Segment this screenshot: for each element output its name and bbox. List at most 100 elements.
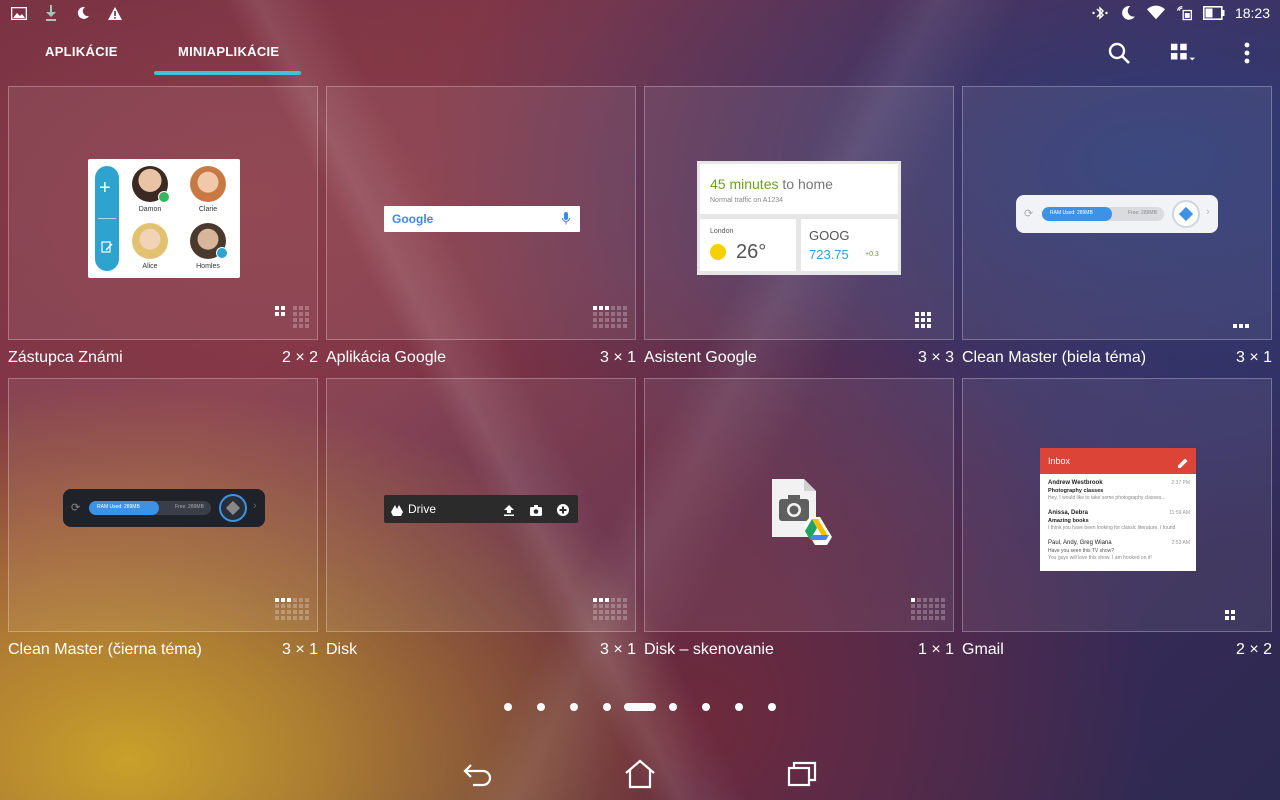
camera-icon: [530, 503, 542, 521]
bluetooth-icon: [1091, 4, 1109, 22]
widget-google-app[interactable]: Google Aplikácia Google 3 × 1: [326, 86, 636, 378]
page-dot[interactable]: [702, 703, 710, 711]
widget-size: 2 × 2: [1235, 641, 1272, 658]
stock-change: +0.3: [865, 251, 879, 258]
widget-label: Disk: [326, 641, 358, 658]
widget-preview-box[interactable]: Inbox Andrew Westbrook 2:37 PM Photograp…: [962, 378, 1272, 632]
grid-view-icon[interactable]: [1170, 40, 1196, 66]
google-search-preview: Google: [384, 206, 580, 232]
contacts-side-bar: +: [95, 166, 119, 271]
clean-broom-icon: [219, 494, 247, 522]
widget-preview-box[interactable]: Google: [326, 86, 636, 340]
page-dot-active[interactable]: [624, 703, 656, 711]
compose-icon: [1178, 455, 1188, 473]
back-button[interactable]: [458, 758, 498, 794]
widget-size: 3 × 3: [917, 349, 954, 366]
clean-master-white-preview: ⟳ RAM Used: 289MB Free: 289MB ›: [1016, 195, 1218, 233]
page-dot[interactable]: [669, 703, 677, 711]
widget-size: 3 × 1: [1235, 349, 1272, 366]
widget-preview-box[interactable]: [644, 378, 954, 632]
gmail-preview: Inbox Andrew Westbrook 2:37 PM Photograp…: [1040, 448, 1196, 571]
widget-size: 3 × 1: [599, 641, 636, 658]
weather-city: London: [710, 228, 734, 235]
search-icon[interactable]: [1106, 40, 1132, 66]
more-options-icon[interactable]: [1234, 40, 1260, 66]
widget-clean-master-white[interactable]: ⟳ RAM Used: 289MB Free: 289MB › Clean Ma…: [962, 86, 1272, 378]
back-icon: [463, 761, 493, 792]
widget-preview-box[interactable]: ⟳ RAM Used: 289MB Free: 289MB ›: [8, 378, 318, 632]
recents-icon: [787, 761, 817, 792]
page-dot[interactable]: [537, 703, 545, 711]
email-sender: Andrew Westbrook: [1048, 480, 1103, 486]
stock-ticker: GOOG: [809, 228, 850, 243]
widget-size: 3 × 1: [599, 349, 636, 366]
widget-google-assistant[interactable]: 45 minutes to home Normal traffic on A12…: [644, 86, 954, 378]
phone-badge-icon: [158, 191, 170, 203]
email-time: 2:37 PM: [1171, 480, 1190, 486]
size-3x1-icon: [593, 306, 629, 333]
ram-bar: RAM Used: 289MB Free: 289MB: [89, 501, 211, 515]
inbox-label: Inbox: [1048, 456, 1071, 466]
add-circle-icon: [557, 503, 569, 521]
widget-gmail[interactable]: Inbox Andrew Westbrook 2:37 PM Photograp…: [962, 378, 1272, 670]
avatar: [190, 166, 226, 202]
contact-name: Damon: [138, 206, 162, 213]
page-dot[interactable]: [603, 703, 611, 711]
widget-drive-scan[interactable]: Disk – skenovanie 1 × 1: [644, 378, 954, 670]
navigation-bar: [0, 748, 1280, 800]
size-1x1-icon: [911, 598, 947, 625]
chevron-right-icon: ›: [253, 500, 257, 512]
tab-widgets[interactable]: MINIAPLIKÁCIE: [178, 44, 279, 59]
email-snippet: You guys will love this show. I am hooke…: [1048, 555, 1152, 561]
traffic-text: Normal traffic on A1234: [710, 197, 784, 204]
widget-drive[interactable]: Drive Disk 3 × 1: [326, 378, 636, 670]
page-indicator: [0, 698, 1280, 718]
signal-icon: [1175, 4, 1193, 22]
contact-name: Alice: [142, 263, 158, 270]
clock: 18:23: [1234, 5, 1270, 21]
moon-icon: [1119, 4, 1137, 22]
drive-bar-preview: Drive: [384, 495, 578, 523]
email-sender: Anissa, Debra: [1048, 510, 1089, 516]
widget-contacts-shortcut[interactable]: + Damon Clarie Alice Homles Zástupca Zná…: [8, 86, 318, 378]
add-contact-icon: +: [99, 177, 111, 199]
email-time: 11:59 AM: [1169, 510, 1190, 516]
moon-icon: [74, 4, 92, 22]
recents-button[interactable]: [782, 758, 822, 794]
gmail-header: Inbox: [1040, 448, 1196, 474]
free-label: Free: 289MB: [175, 504, 204, 510]
widget-preview-box[interactable]: ⟳ RAM Used: 289MB Free: 289MB ›: [962, 86, 1272, 340]
free-label: Free: 289MB: [1128, 210, 1157, 216]
page-dot[interactable]: [768, 703, 776, 711]
email-subject: Amazing books: [1048, 518, 1089, 524]
widget-label: Clean Master (čierna téma): [8, 641, 202, 658]
widget-preview-box[interactable]: Drive: [326, 378, 636, 632]
widget-size: 2 × 2: [281, 349, 318, 366]
tab-apps[interactable]: APLIKÁCIE: [45, 44, 118, 59]
home-icon: [624, 759, 656, 794]
home-button[interactable]: [620, 758, 660, 794]
page-dot[interactable]: [504, 703, 512, 711]
upload-icon: [504, 503, 514, 521]
email-time: 2:53 AM: [1171, 540, 1190, 546]
ram-used-label: RAM Used: 289MB: [1050, 210, 1093, 216]
widget-preview-box[interactable]: 45 minutes to home Normal traffic on A12…: [644, 86, 954, 340]
status-bar: 18:23: [0, 0, 1280, 26]
page-dot[interactable]: [570, 703, 578, 711]
email-snippet: I think you have been looking for classi…: [1048, 525, 1176, 531]
image-icon: [10, 4, 28, 22]
widget-clean-master-black[interactable]: ⟳ RAM Used: 289MB Free: 289MB › Clean Ma…: [8, 378, 318, 670]
widget-label: Zástupca Známi: [8, 349, 123, 366]
size-3x3-icon: [915, 312, 931, 333]
widget-label: Gmail: [962, 641, 1004, 658]
page-dot[interactable]: [735, 703, 743, 711]
widget-label: Aplikácia Google: [326, 349, 447, 366]
commute-card: 45 minutes to home Normal traffic on A12…: [700, 164, 898, 214]
microphone-icon: [562, 212, 570, 230]
clean-broom-icon: [1172, 200, 1200, 228]
clean-master-black-preview: ⟳ RAM Used: 289MB Free: 289MB ›: [63, 489, 265, 527]
email-snippet: Hey, I would like to take some photograp…: [1048, 495, 1166, 501]
size-3x1-icon: [1233, 315, 1249, 333]
widget-size: 1 × 1: [917, 641, 954, 658]
widget-preview-box[interactable]: + Damon Clarie Alice Homles: [8, 86, 318, 340]
